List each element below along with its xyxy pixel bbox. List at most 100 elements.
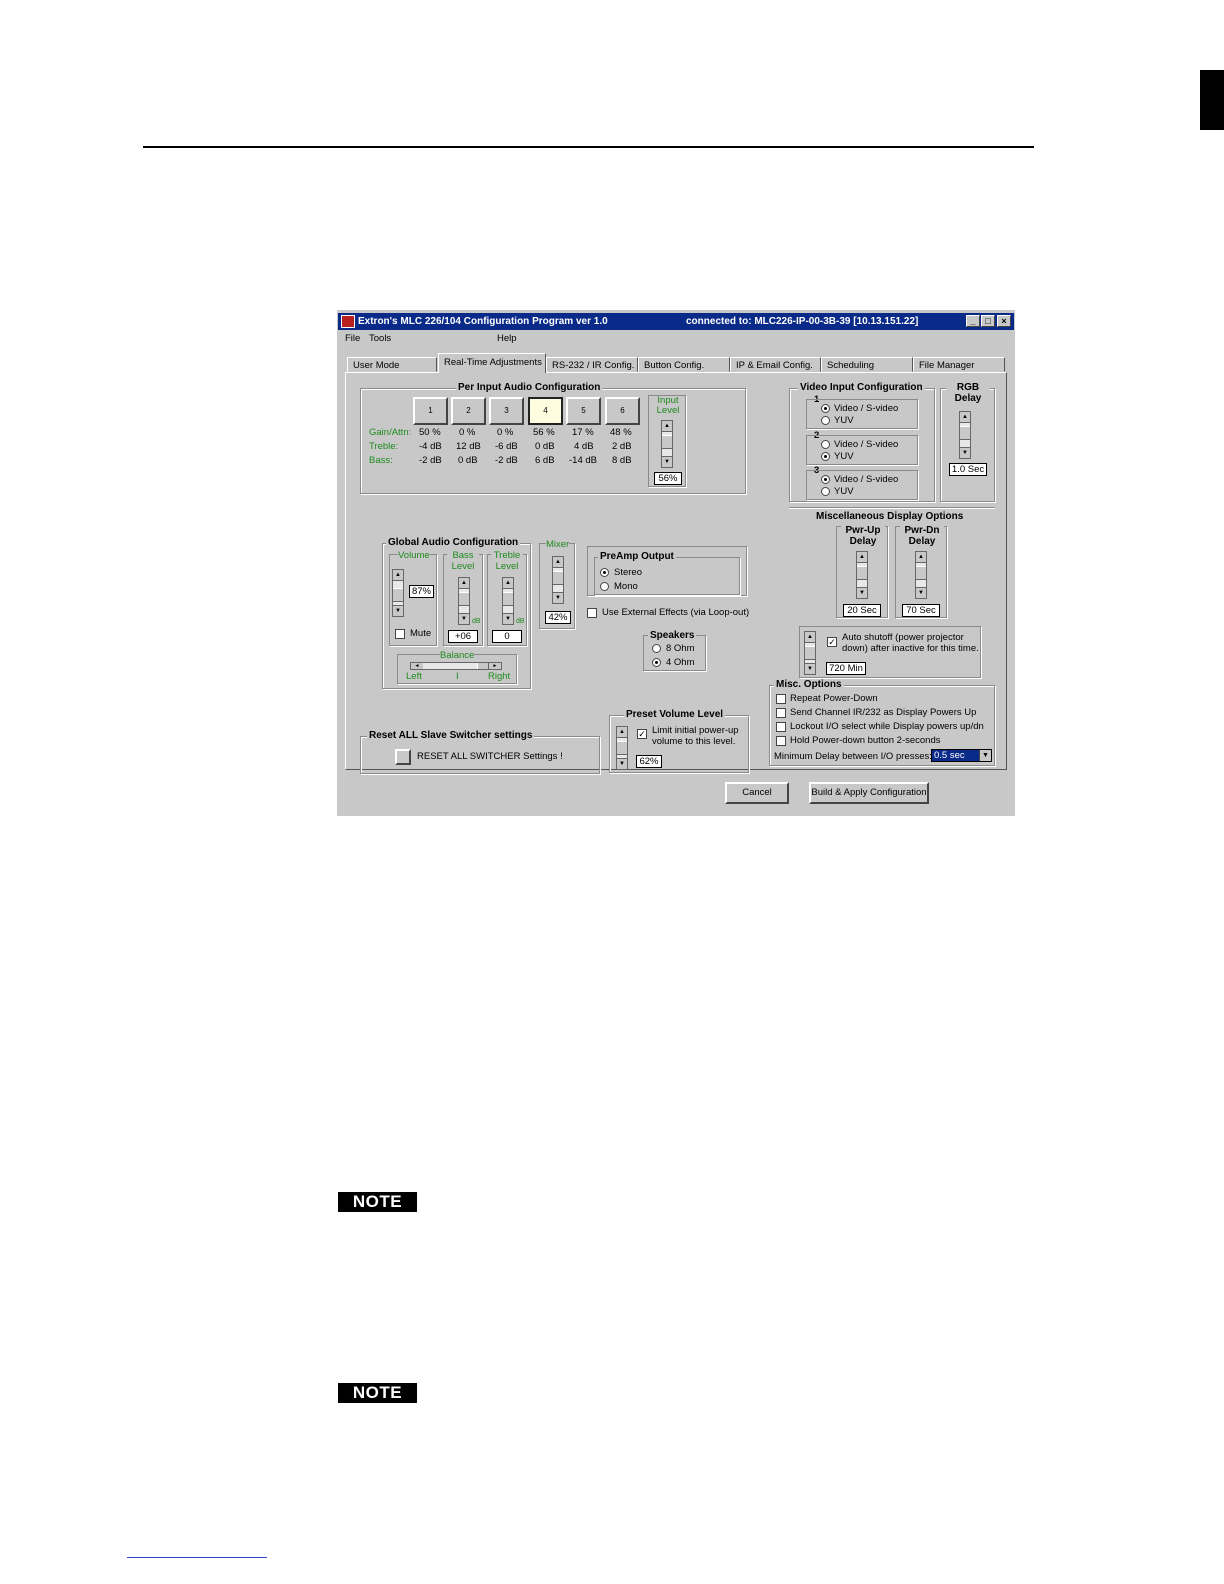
- min-delay-select[interactable]: 0.5 sec ▼: [931, 749, 992, 762]
- auto-shutoff-box: ▲ ▼ ✓ Auto shutoff (power projector down…: [799, 626, 981, 678]
- scroll-up-icon[interactable]: ▲: [805, 632, 815, 643]
- scroll-down-icon[interactable]: ▼: [916, 587, 926, 598]
- external-effects-checkbox[interactable]: [587, 608, 597, 618]
- hold-power-down-checkbox[interactable]: [776, 736, 786, 746]
- scroll-up-icon[interactable]: ▲: [503, 578, 513, 589]
- pwr-dn-slider[interactable]: ▲ ▼: [915, 551, 927, 599]
- repeat-power-down-checkbox[interactable]: [776, 694, 786, 704]
- scroll-down-icon[interactable]: ▼: [617, 758, 627, 769]
- video-input-3-box: Video / S-video YUV: [806, 470, 918, 500]
- tab-file-manager[interactable]: File Manager: [913, 357, 1005, 372]
- tab-scheduling[interactable]: Scheduling: [821, 357, 913, 372]
- scroll-up-icon[interactable]: ▲: [617, 727, 627, 738]
- per-input-audio-title: Per Input Audio Configuration: [456, 382, 603, 393]
- tab-real-time-adjustments[interactable]: Real-Time Adjustments: [438, 353, 546, 373]
- video-input-1-yuv-radio[interactable]: [821, 416, 830, 425]
- slider-thumb[interactable]: [662, 435, 672, 449]
- tab-button-config[interactable]: Button Config.: [638, 357, 730, 372]
- scroll-up-icon[interactable]: ▲: [393, 570, 403, 581]
- input-2-bass: 0 dB: [458, 455, 478, 466]
- preset-volume-slider[interactable]: ▲ ▼: [616, 726, 628, 770]
- close-icon[interactable]: ×: [997, 315, 1011, 327]
- slider-thumb[interactable]: [960, 426, 970, 440]
- scroll-down-icon[interactable]: ▼: [459, 613, 469, 624]
- slider-thumb[interactable]: [805, 646, 815, 660]
- scroll-left-icon[interactable]: ◄: [411, 663, 423, 669]
- send-channel-label: Send Channel IR/232 as Display Powers Up: [790, 707, 977, 718]
- volume-slider[interactable]: ▲ ▼: [392, 569, 404, 617]
- input-level-slider[interactable]: ▲ ▼: [661, 420, 673, 468]
- global-audio-title: Global Audio Configuration: [386, 537, 521, 548]
- menu-tools[interactable]: Tools: [369, 333, 391, 344]
- maximize-icon[interactable]: □: [981, 315, 995, 327]
- global-audio-group: Global Audio Configuration Volume ▲ ▼ 87…: [382, 537, 531, 689]
- menu-help[interactable]: Help: [497, 333, 517, 344]
- mixer-slider[interactable]: ▲ ▼: [552, 556, 564, 604]
- slider-thumb[interactable]: [393, 588, 403, 602]
- scroll-down-icon[interactable]: ▼: [662, 456, 672, 467]
- tab-ip-email-config[interactable]: IP & Email Config.: [730, 357, 821, 372]
- speakers-8ohm-radio[interactable]: [652, 644, 661, 653]
- input-3-treble: -6 dB: [495, 441, 518, 452]
- slider-thumb[interactable]: [553, 571, 563, 585]
- bass-row-label: Bass:: [369, 455, 393, 466]
- slider-thumb[interactable]: [459, 592, 469, 606]
- tab-rs232-ir-config[interactable]: RS-232 / IR Config.: [546, 357, 638, 372]
- scroll-up-icon[interactable]: ▲: [662, 421, 672, 432]
- preset-volume-checkbox[interactable]: ✓: [637, 729, 647, 739]
- treble-slider[interactable]: ▲ ▼: [502, 577, 514, 625]
- cancel-button[interactable]: Cancel: [725, 782, 789, 804]
- video-input-3-yuv-radio[interactable]: [821, 487, 830, 496]
- scroll-up-icon[interactable]: ▲: [916, 552, 926, 563]
- note-badge-1: NOTE: [338, 1192, 417, 1212]
- scroll-up-icon[interactable]: ▲: [857, 552, 867, 563]
- slider-thumb[interactable]: [857, 566, 867, 580]
- config-window: Extron's MLC 226/104 Configuration Progr…: [337, 310, 1015, 816]
- preamp-mono-radio[interactable]: [600, 582, 609, 591]
- send-channel-checkbox[interactable]: [776, 708, 786, 718]
- input-2-button[interactable]: 2: [451, 397, 486, 425]
- tab-user-mode[interactable]: User Mode: [347, 357, 437, 372]
- scroll-up-icon[interactable]: ▲: [459, 578, 469, 589]
- mixer-box: Mixer ▲ ▼ 42%: [539, 539, 575, 629]
- slider-thumb[interactable]: [916, 566, 926, 580]
- scroll-down-icon[interactable]: ▼: [960, 447, 970, 458]
- slider-thumb[interactable]: [477, 663, 489, 669]
- scroll-right-icon[interactable]: ►: [489, 663, 501, 669]
- video-input-1-svideo-radio[interactable]: [821, 404, 830, 413]
- scroll-down-icon[interactable]: ▼: [805, 663, 815, 674]
- input-1-button[interactable]: 1: [413, 397, 448, 425]
- speakers-4ohm-radio[interactable]: [652, 658, 661, 667]
- preamp-stereo-radio[interactable]: [600, 568, 609, 577]
- scroll-down-icon[interactable]: ▼: [503, 613, 513, 624]
- minimize-icon[interactable]: _: [966, 315, 980, 327]
- scroll-up-icon[interactable]: ▲: [960, 412, 970, 423]
- pwr-up-slider[interactable]: ▲ ▼: [856, 551, 868, 599]
- chevron-down-icon[interactable]: ▼: [979, 750, 991, 761]
- mute-checkbox[interactable]: [395, 629, 405, 639]
- rgb-delay-slider[interactable]: ▲ ▼: [959, 411, 971, 459]
- bass-slider[interactable]: ▲ ▼: [458, 577, 470, 625]
- slider-thumb[interactable]: [503, 592, 513, 606]
- video-input-3-svideo-radio[interactable]: [821, 475, 830, 484]
- lockout-io-checkbox[interactable]: [776, 722, 786, 732]
- balance-slider[interactable]: ◄ ►: [410, 662, 502, 670]
- auto-shutoff-checkbox[interactable]: ✓: [827, 637, 837, 647]
- auto-shutoff-slider[interactable]: ▲ ▼: [804, 631, 816, 675]
- scroll-down-icon[interactable]: ▼: [393, 605, 403, 616]
- input-6-button[interactable]: 6: [605, 397, 640, 425]
- menu-file[interactable]: File: [345, 333, 360, 344]
- video-input-2-svideo-radio[interactable]: [821, 440, 830, 449]
- input-6-gain: 48 %: [610, 427, 632, 438]
- speakers-4ohm-label: 4 Ohm: [666, 657, 695, 668]
- scroll-up-icon[interactable]: ▲: [553, 557, 563, 568]
- scroll-down-icon[interactable]: ▼: [553, 592, 563, 603]
- scroll-down-icon[interactable]: ▼: [857, 587, 867, 598]
- input-5-button[interactable]: 5: [566, 397, 601, 425]
- input-4-button[interactable]: 4: [528, 397, 563, 425]
- reset-all-button[interactable]: [395, 749, 411, 765]
- video-input-2-yuv-radio[interactable]: [821, 452, 830, 461]
- input-3-button[interactable]: 3: [489, 397, 524, 425]
- slider-thumb[interactable]: [617, 741, 627, 755]
- build-apply-button[interactable]: Build & Apply Configuration: [809, 782, 929, 804]
